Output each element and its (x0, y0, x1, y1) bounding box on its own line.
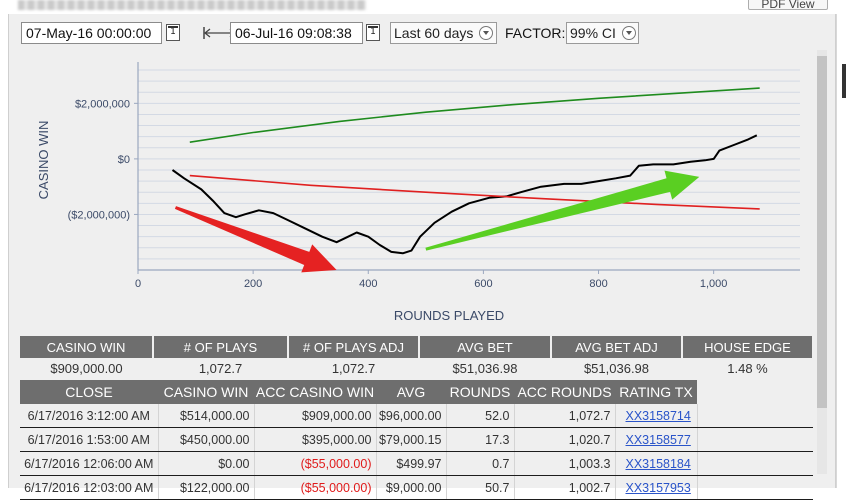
column-header-acc-rounds[interactable]: ACC ROUNDS (514, 380, 615, 404)
title-bar: PDF View (0, 0, 868, 14)
summary-values-row: $909,000.00 1,072.7 1,072.7 $51,036.98 $… (20, 358, 813, 378)
acc-rounds-cell: 1,003.3 (514, 451, 616, 476)
rating-tx-cell: XX3158714 (615, 404, 698, 428)
series-upper-bound-line (189, 87, 760, 143)
uptrend-arrow (425, 170, 700, 251)
summary-header: AVG BET (419, 336, 552, 358)
rating-tx-cell: XX3158577 (615, 427, 698, 452)
rounds-cell: 17.3 (446, 427, 515, 452)
x-tick-label: 600 (474, 278, 492, 290)
rounds-cell: 52.0 (446, 404, 515, 428)
acc-casino-win-cell: $395,000.00 (254, 427, 377, 452)
summary-header: # OF PLAYS (153, 336, 289, 358)
rating-tx-link[interactable]: XX3158714 (626, 409, 691, 423)
x-tick-label: 200 (244, 278, 262, 290)
acc-casino-win-cell: ($55,000.00) (254, 451, 377, 476)
detail-header-row: CLOSE CASINO WIN ACC CASINO WIN AVG ROUN… (20, 380, 813, 404)
chevron-down-icon[interactable] (479, 26, 493, 40)
summary-header: # OF PLAYS ADJ (288, 336, 420, 358)
y-tick-label: ($2,000,000) (68, 209, 130, 221)
column-header-acc-casino-win[interactable]: ACC CASINO WIN (254, 380, 376, 404)
downtrend-arrow (174, 206, 337, 273)
x-axis-label: ROUNDS PLAYED (394, 308, 504, 322)
close-cell: 6/17/2016 1:53:00 AM (20, 427, 159, 452)
scroll-marker (842, 64, 846, 98)
column-header-blank (697, 380, 813, 404)
column-header-avg[interactable]: AVG (376, 380, 446, 404)
pdf-view-button[interactable]: PDF View (748, 0, 828, 11)
y-axis-label: CASINO WIN (36, 121, 51, 200)
side-panel-edge (836, 14, 868, 488)
close-cell: 6/17/2016 3:12:00 AM (20, 404, 159, 428)
divider (836, 14, 837, 488)
calendar-icon[interactable]: 1 (166, 24, 180, 41)
avg-cell: $499.97 (376, 451, 447, 476)
x-tick-label: 0 (135, 278, 141, 290)
acc-casino-win-cell: $909,000.00 (254, 404, 377, 428)
casino-win-cell: $514,000.00 (158, 404, 255, 428)
table-row[interactable]: 6/17/2016 3:12:00 AM $514,000.00 $909,00… (20, 404, 813, 428)
summary-plays-adj: 1,072.7 (288, 358, 419, 378)
scrollbar-thumb[interactable] (817, 56, 827, 408)
table-row[interactable]: 6/17/2016 12:06:00 AM $0.00 ($55,000.00)… (20, 451, 813, 476)
rating-tx-cell: XX3158184 (615, 451, 698, 476)
y-tick-label: $2,000,000 (75, 98, 130, 110)
casino-win-cell: $0.00 (158, 451, 255, 476)
rating-tx-link[interactable]: XX3158577 (626, 433, 691, 447)
blank-cell (697, 404, 813, 428)
detail-table: CLOSE CASINO WIN ACC CASINO WIN AVG ROUN… (20, 380, 813, 500)
redacted-title (18, 0, 366, 10)
column-header-rating-tx[interactable]: RATING TX (615, 380, 697, 404)
summary-header: CASINO WIN (20, 336, 154, 358)
close-cell: 6/17/2016 12:06:00 AM (20, 451, 159, 476)
summary-plays: 1,072.7 (153, 358, 288, 378)
blank-cell (697, 451, 813, 476)
factor-value: 99% CI (570, 25, 616, 41)
rounds-cell: 0.7 (446, 451, 515, 476)
summary-avg-bet: $51,036.98 (419, 358, 551, 378)
acc-rounds-cell: 1,020.7 (514, 427, 616, 452)
table-row[interactable]: 6/17/2016 1:53:00 AM $450,000.00 $395,00… (20, 427, 813, 452)
acc-rounds-cell: 1,072.7 (514, 404, 616, 428)
avg-cell: $96,000.00 (376, 404, 447, 428)
calendar-icon-end[interactable]: 1 (366, 24, 380, 41)
factor-label: FACTOR: (505, 25, 566, 41)
avg-cell: $79,000.15 (376, 427, 447, 452)
summary-header: AVG BET ADJ (551, 336, 683, 358)
column-header-close[interactable]: CLOSE (20, 380, 158, 404)
summary-avg-bet-adj: $51,036.98 (551, 358, 682, 378)
casino-win-chart: 0 200 400 600 800 1,000 $2,000,000 $0 ($2,000,00… (36, 62, 800, 322)
blank-cell (697, 427, 813, 452)
casino-win-cell: $450,000.00 (158, 427, 255, 452)
x-tick-label: 800 (589, 278, 607, 290)
summary-table: CASINO WIN # OF PLAYS # OF PLAYS ADJ AVG… (20, 336, 814, 378)
x-tick-label: 1,000 (700, 278, 728, 290)
summary-house-edge: 1.48 % (682, 358, 813, 378)
summary-header-row: CASINO WIN # OF PLAYS # OF PLAYS ADJ AVG… (20, 336, 814, 358)
summary-casino-win: $909,000.00 (20, 358, 153, 378)
range-preset-value: Last 60 days (394, 25, 474, 41)
chevron-down-icon[interactable] (622, 26, 636, 40)
x-tick-label: 400 (359, 278, 377, 290)
rating-tx-link[interactable]: XX3158184 (626, 457, 691, 471)
summary-header: HOUSE EDGE (682, 336, 814, 358)
column-header-rounds[interactable]: ROUNDS (446, 380, 514, 404)
column-header-casino-win[interactable]: CASINO WIN (158, 380, 254, 404)
y-tick-label: $0 (118, 154, 130, 166)
